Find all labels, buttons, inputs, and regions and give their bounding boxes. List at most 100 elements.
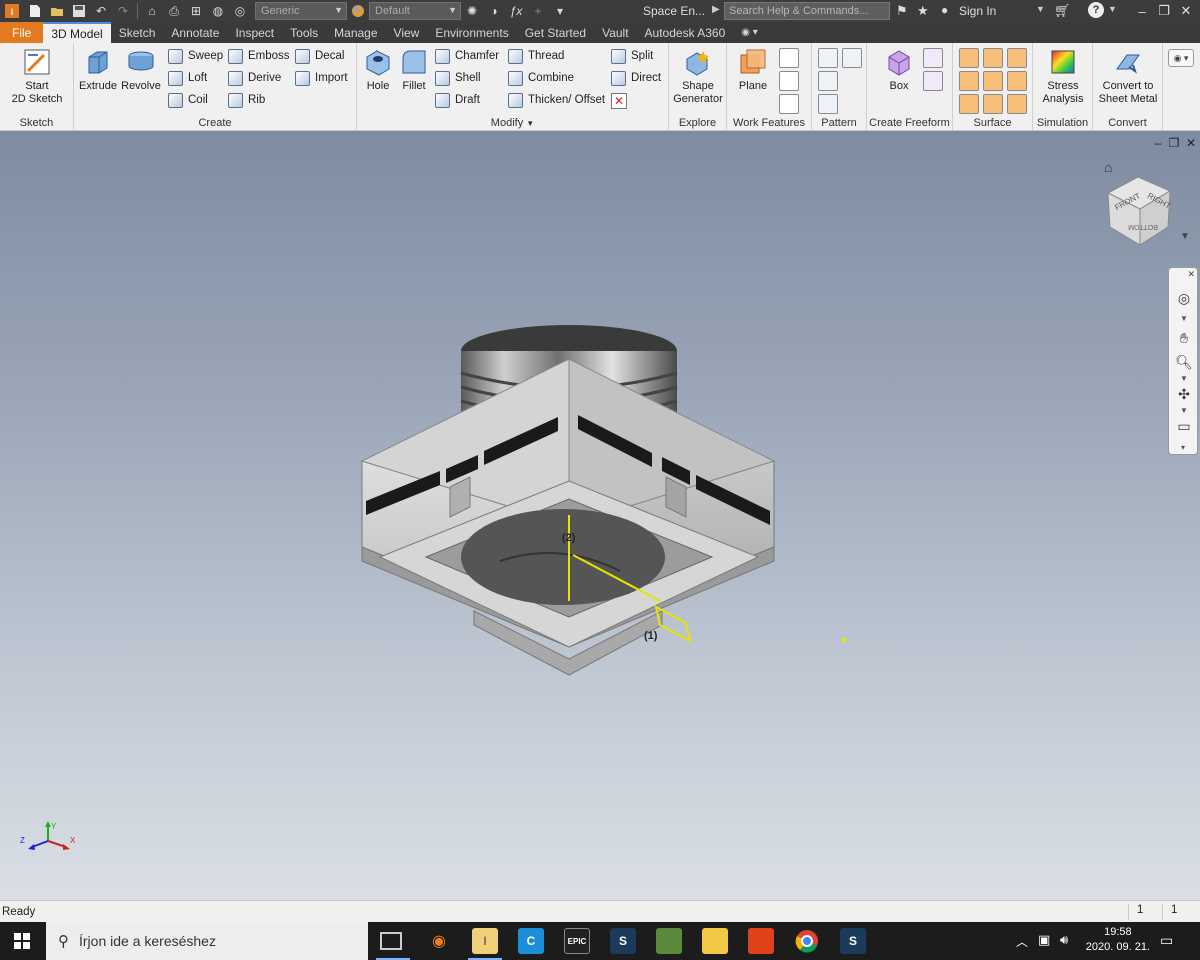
trim-icon[interactable] [959,71,979,91]
freeform-face-icon[interactable] [923,48,943,68]
plane-button[interactable]: Plane [733,47,773,93]
tab-view[interactable]: View [386,22,428,43]
office-icon[interactable] [748,928,774,954]
ucs-icon[interactable] [779,94,799,114]
steam-icon[interactable]: S [610,928,636,954]
help-icon[interactable]: ? [1088,2,1104,18]
work-point-icon[interactable] [779,71,799,91]
customize-dropdown-icon[interactable]: ▾ [550,1,570,21]
tab-vault[interactable]: Vault [594,22,636,43]
home-icon[interactable]: ⌂ [142,1,162,21]
open-folder-icon[interactable] [47,1,67,21]
minecraft-icon[interactable] [656,928,682,954]
view-face-icon[interactable]: ▭ [1174,416,1194,436]
delete-face-icon[interactable]: ✕ [611,93,627,109]
loft-button[interactable]: Loft [168,68,207,88]
network-icon[interactable]: ▣ [1038,932,1050,948]
color-override-icon[interactable]: ◍ [208,1,228,21]
repair-bodies-icon[interactable] [983,94,1003,114]
steam-icon-2[interactable]: S [840,928,866,954]
revolve-button[interactable]: Revolve [120,47,162,93]
clear-appearance-icon[interactable]: ✺ [462,1,482,21]
extend-icon[interactable] [983,71,1003,91]
steering-wheel-icon[interactable]: ◎ [1174,288,1194,308]
rectangular-pattern-icon[interactable] [818,48,838,68]
split-button[interactable]: Split [611,46,653,66]
navbar-close-icon[interactable]: ✕ [1187,269,1195,280]
volume-icon[interactable]: 🔊︎ [1060,932,1068,948]
tab-get-started[interactable]: Get Started [517,22,594,43]
taskbar-clock[interactable]: 19:58 2020. 09. 21. [1086,925,1150,955]
inventor-taskbar-icon[interactable]: I [472,928,498,954]
hole-button[interactable]: Hole [361,47,395,93]
cad-model[interactable]: (2) (1) [340,311,800,731]
plus-icon[interactable]: + [528,1,548,21]
decal-button[interactable]: Decal [295,46,344,66]
notifications-icon[interactable]: ▭ [1160,932,1173,949]
stitch-icon[interactable] [959,48,979,68]
viewcube[interactable]: FRONT RIGHT BOTTOM [1104,171,1188,251]
sculpt-icon[interactable] [983,48,1003,68]
work-axis-icon[interactable] [779,48,799,68]
save-icon[interactable] [69,1,89,21]
tab-tools[interactable]: Tools [282,22,326,43]
communication-center-icon[interactable]: ⚑ [896,3,908,19]
tab-autodesk-a360[interactable]: Autodesk A360 [637,22,734,43]
tab-annotate[interactable]: Annotate [163,22,227,43]
ribbon-display-toggle-icon[interactable]: ◉ ▾ [733,22,766,43]
start-2d-sketch-button[interactable]: Start 2D Sketch [8,47,66,106]
blender-icon[interactable]: ◉ [426,928,452,954]
rib-button[interactable]: Rib [228,90,265,110]
boundary-patch-icon[interactable] [1007,71,1027,91]
task-view-icon[interactable] [380,932,402,950]
cart-icon[interactable]: 🛒︎ [1054,3,1071,19]
app-menu-icon[interactable]: I [1,1,23,21]
chevron-down-icon[interactable]: ▼ [1180,314,1188,323]
taskbar-search-input[interactable]: ⚲ Írjon ide a kereséshez [46,922,368,960]
thicken-offset-button[interactable]: Thicken/ Offset [508,90,605,110]
update-icon[interactable]: ⎙ [164,1,184,21]
viewcube-menu-icon[interactable]: ▼ [1180,231,1190,242]
fillet-button[interactable]: Fillet [397,47,431,93]
select-filter-icon[interactable]: ⊞ [186,1,206,21]
work-point-marker[interactable] [842,638,846,642]
appearance-combo[interactable]: Default ▼ [369,2,461,20]
user-icon[interactable]: ● [941,3,948,17]
emboss-button[interactable]: Emboss [228,46,290,66]
help-dropdown-icon[interactable]: ▼ [1108,4,1117,14]
fx-parameters-icon[interactable]: ƒx [506,1,526,21]
derive-button[interactable]: Derive [228,68,281,88]
pan-hand-icon[interactable]: ✋︎ [1174,328,1194,348]
chevron-down-icon[interactable]: ▼ [1180,374,1188,383]
appearance-ball-icon[interactable] [348,1,368,21]
shell-button[interactable]: Shell [435,68,481,88]
globe-icon[interactable]: ◎ [230,1,250,21]
graphics-viewport[interactable]: – ❐ ✕ ⌂ FRONT RIGHT BOTTOM ▼ ✕ ◎ ▼ ✋︎ 🔍︎… [0,131,1200,900]
shape-generator-button[interactable]: Shape Generator [671,47,725,106]
patch-icon[interactable] [1007,48,1027,68]
circular-pattern-icon[interactable] [818,71,838,91]
tab-file[interactable]: File [0,22,44,43]
tab-3d-model[interactable]: 3D Model [43,22,111,43]
chamfer-button[interactable]: Chamfer [435,46,499,66]
replace-face-icon[interactable] [959,94,979,114]
coil-button[interactable]: Coil [168,90,208,110]
sketch-driven-pattern-icon[interactable] [818,94,838,114]
undo-icon[interactable]: ↶ [91,1,111,21]
file-explorer-icon[interactable] [702,928,728,954]
favorites-star-icon[interactable]: ★ [917,3,929,19]
navbar-customize-icon[interactable]: ▾ [1181,443,1185,452]
chrome-icon[interactable] [794,928,820,954]
tray-overflow-icon[interactable]: ︿ [1016,933,1028,950]
extrude-button[interactable]: Extrude [78,47,118,93]
fit-mesh-face-icon[interactable] [1007,94,1027,114]
info-arrow-icon[interactable]: ▶ [712,4,720,15]
freeform-convert-icon[interactable] [923,71,943,91]
sign-in-dropdown-icon[interactable]: ▼ [1036,4,1045,14]
combine-button[interactable]: Combine [508,68,574,88]
tab-sketch[interactable]: Sketch [111,22,164,43]
close-icon[interactable]: ✕ [1172,0,1200,22]
thread-button[interactable]: Thread [508,46,564,66]
redo-icon[interactable]: ↷ [113,1,133,21]
viewcube-bottom-face[interactable]: BOTTOM [1128,223,1158,230]
